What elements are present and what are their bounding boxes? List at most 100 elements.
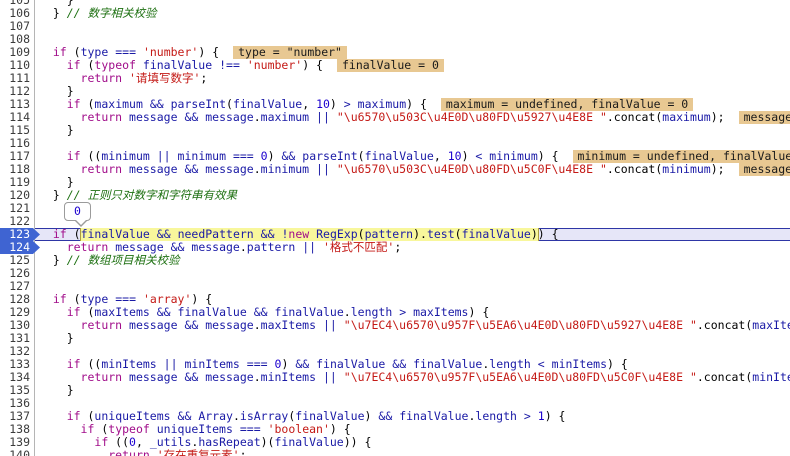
code-token: if bbox=[52, 293, 67, 306]
code-token: || bbox=[316, 111, 330, 124]
code-text bbox=[35, 33, 790, 46]
code-line: 119 } bbox=[0, 176, 790, 189]
code-token: ) { bbox=[191, 293, 213, 306]
code-line: 130 return message && message.maxItems |… bbox=[0, 319, 790, 332]
code-token: . bbox=[253, 163, 261, 176]
code-text: if ((minimum || minimum === 0) && parseI… bbox=[35, 150, 790, 163]
code-token: return bbox=[108, 449, 150, 456]
code-line: 110 if (typeof finalValue !== 'number') … bbox=[0, 59, 790, 72]
code-line: 111 return '请填写数字'; bbox=[0, 72, 790, 85]
code-token: pattern bbox=[246, 241, 296, 254]
inline-value-badge: maximum = undefined, finalValue = 0 bbox=[440, 98, 694, 111]
code-token: isArray bbox=[239, 410, 289, 423]
code-token: ); bbox=[710, 163, 725, 176]
code-line: 123 if (finalValue && needPattern && !ne… bbox=[0, 228, 790, 241]
code-token: 'number' bbox=[246, 59, 303, 72]
code-token: ) bbox=[461, 150, 476, 163]
highlighted-expression: finalValue && needPattern && !new RegExp… bbox=[79, 228, 539, 241]
code-token: || bbox=[156, 150, 171, 163]
code-token: '请填写数字' bbox=[129, 72, 201, 85]
code-token: message bbox=[129, 319, 178, 332]
code-text: if (typeof uniqueItems === 'boolean') { bbox=[35, 423, 790, 436]
code-line: 137 if (uniqueItems && Array.isArray(fin… bbox=[0, 410, 790, 423]
code-token: || bbox=[302, 241, 317, 254]
code-token: > bbox=[343, 98, 351, 111]
code-token: ) { bbox=[302, 59, 323, 72]
code-line: 115 } bbox=[0, 124, 790, 137]
code-token: )( bbox=[260, 436, 275, 449]
inline-value-badge: minimum = undefined, finalValue = 0 bbox=[572, 150, 790, 163]
code-text bbox=[35, 267, 790, 280]
code-token: message bbox=[129, 111, 178, 124]
code-token: .concat( bbox=[696, 371, 753, 384]
code-token: === bbox=[239, 423, 261, 436]
code-token: type bbox=[80, 46, 109, 59]
code-line: 127 bbox=[0, 280, 790, 293]
code-token: ) { bbox=[468, 306, 490, 319]
code-line: 114 return message && message.maximum ||… bbox=[0, 111, 790, 124]
code-token: if bbox=[80, 423, 95, 436]
code-token: hasRepeat bbox=[198, 436, 261, 449]
code-token: minItems bbox=[752, 371, 790, 384]
code-text bbox=[35, 215, 790, 228]
code-text bbox=[35, 202, 790, 215]
line-number[interactable]: 140 bbox=[0, 449, 34, 456]
code-token: ( bbox=[80, 98, 95, 111]
code-token: && bbox=[295, 358, 310, 371]
code-token: (( bbox=[108, 436, 130, 449]
code-token: 'array' bbox=[142, 293, 192, 306]
code-token: } bbox=[39, 176, 74, 189]
code-token: needPattern bbox=[177, 228, 254, 241]
code-text: return message && message.minItems || "\… bbox=[35, 371, 790, 384]
code-token: message bbox=[115, 241, 164, 254]
code-line: 131 } bbox=[0, 332, 790, 345]
code-token: // 数字相关校验 bbox=[66, 7, 157, 20]
code-token: finalValue bbox=[399, 410, 469, 423]
code-token: ( bbox=[94, 423, 109, 436]
code-token: maxItems bbox=[413, 306, 469, 319]
inline-value-badge: message = undefined bbox=[738, 111, 790, 124]
code-text: if (finalValue && needPattern && !new Re… bbox=[35, 228, 790, 241]
code-token: 0 bbox=[260, 150, 268, 163]
code-token: if bbox=[66, 358, 81, 371]
code-token: } bbox=[39, 0, 74, 7]
code-text: if ((0, _utils.hasRepeat)(finalValue)) { bbox=[35, 436, 790, 449]
code-token: _utils bbox=[149, 436, 192, 449]
code-token: .concat( bbox=[696, 319, 753, 332]
gutter-line-number[interactable]: 140 bbox=[0, 449, 35, 456]
code-token: ( bbox=[454, 228, 462, 241]
code-token: ) { bbox=[537, 228, 559, 241]
code-token: maxItems bbox=[752, 319, 790, 332]
code-text: } bbox=[35, 384, 790, 397]
code-text: return '请填写数字'; bbox=[35, 72, 790, 85]
code-token: ) { bbox=[406, 98, 427, 111]
code-token: ) bbox=[364, 410, 379, 423]
code-token: !== bbox=[219, 59, 240, 72]
code-token: minItems bbox=[260, 371, 317, 384]
code-token: === bbox=[115, 46, 136, 59]
code-text: return message && message.maxItems || "\… bbox=[35, 319, 790, 332]
code-token: length bbox=[475, 410, 517, 423]
code-token: "\u6570\u503C\u4E0D\u80FD\u5C0F\u4E8E " bbox=[336, 163, 607, 176]
code-token: ); bbox=[710, 111, 725, 124]
code-token: ) { bbox=[329, 423, 351, 436]
code-line: 128 if (type === 'array') { bbox=[0, 293, 790, 306]
code-token: if bbox=[66, 59, 81, 72]
